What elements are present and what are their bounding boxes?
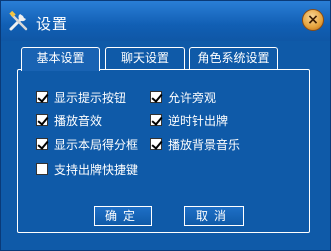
- play-sound-checkbox[interactable]: [36, 114, 48, 126]
- option-counterclockwise[interactable]: 逆时针出牌: [150, 112, 228, 128]
- hotkeys-label: 支持出牌快捷键: [54, 162, 139, 177]
- settings-dialog: 设置 × 基本设置 聊天设置 角色系统设置 显示提示按钮 允许旁观 播放音效 逆…: [0, 0, 331, 251]
- show-score-box-label: 显示本局得分框: [54, 137, 139, 152]
- tab-chat-settings[interactable]: 聊天设置: [105, 47, 185, 69]
- tab-role-system-settings[interactable]: 角色系统设置: [189, 47, 278, 69]
- show-score-box-checkbox[interactable]: [36, 138, 48, 150]
- title-bar[interactable]: 设置 ×: [1, 1, 330, 41]
- option-show-score-box[interactable]: 显示本局得分框: [36, 136, 138, 152]
- cancel-button[interactable]: 取消: [184, 206, 244, 226]
- option-show-hint-button[interactable]: 显示提示按钮: [36, 89, 126, 105]
- play-bgm-label: 播放背景音乐: [168, 137, 241, 152]
- ok-button[interactable]: 确定: [94, 206, 152, 226]
- option-play-sound[interactable]: 播放音效: [36, 112, 102, 128]
- show-hint-button-checkbox[interactable]: [36, 91, 48, 103]
- tab-basic-settings[interactable]: 基本设置: [21, 47, 100, 71]
- counterclockwise-label: 逆时针出牌: [168, 113, 229, 128]
- allow-spectate-label: 允许旁观: [168, 90, 217, 105]
- close-button[interactable]: ×: [302, 9, 324, 31]
- option-hotkeys[interactable]: 支持出牌快捷键: [36, 161, 138, 177]
- allow-spectate-checkbox[interactable]: [150, 91, 162, 103]
- counterclockwise-checkbox[interactable]: [150, 114, 162, 126]
- show-hint-button-label: 显示提示按钮: [54, 90, 127, 105]
- close-icon: ×: [307, 12, 319, 28]
- play-bgm-checkbox[interactable]: [150, 138, 162, 150]
- play-sound-label: 播放音效: [54, 113, 103, 128]
- dialog-title: 设置: [36, 15, 69, 33]
- tools-icon: [8, 10, 32, 32]
- option-play-bgm[interactable]: 播放背景音乐: [150, 136, 240, 152]
- hotkeys-checkbox[interactable]: [36, 163, 48, 175]
- option-allow-spectate[interactable]: 允许旁观: [150, 89, 216, 105]
